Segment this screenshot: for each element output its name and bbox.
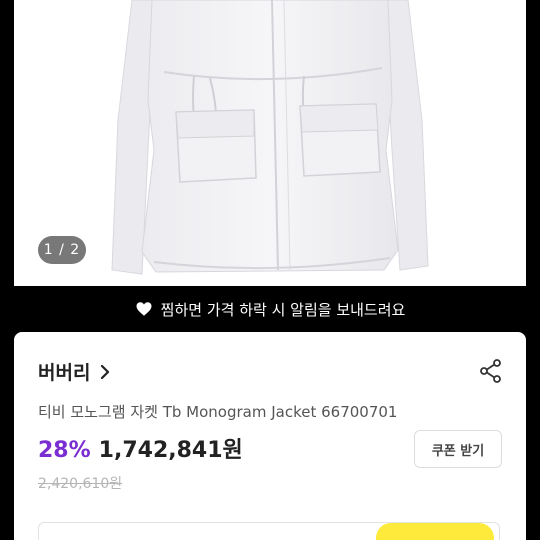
get-coupon-button[interactable]: 쿠폰 받기: [414, 430, 502, 468]
product-detail-panel: 버버리 티비 모노그램 자켓 Tb Monogram Jacket 667007…: [14, 332, 526, 540]
app-screen: 1 / 2 찜하면 가격 하락 시 알림을 보내드려요 버버리 티비 모노그램 …: [14, 0, 526, 540]
original-price: 2,420,610원: [38, 476, 123, 492]
sale-price: 1,742,841원: [98, 438, 243, 463]
yellow-action-pill[interactable]: [376, 523, 494, 540]
product-image-carousel[interactable]: 1 / 2: [14, 0, 526, 286]
wishlist-price-alert-banner[interactable]: 찜하면 가격 하락 시 알림을 보내드려요: [14, 286, 526, 332]
share-icon[interactable]: [478, 358, 504, 384]
wishlist-banner-text: 찜하면 가격 하락 시 알림을 보내드려요: [160, 300, 406, 319]
heart-icon: [136, 302, 152, 316]
chevron-right-icon: [101, 364, 110, 379]
brand-name: 버버리: [38, 362, 91, 384]
price-row: 28% 1,742,841원: [38, 432, 243, 464]
discount-rate: 28%: [38, 438, 91, 463]
jacket-image: [111, 0, 429, 275]
image-page-indicator: 1 / 2: [38, 236, 86, 264]
brand-link[interactable]: 버버리: [38, 358, 112, 385]
product-title: 티비 모노그램 자켓 Tb Monogram Jacket 66700701: [38, 403, 398, 421]
